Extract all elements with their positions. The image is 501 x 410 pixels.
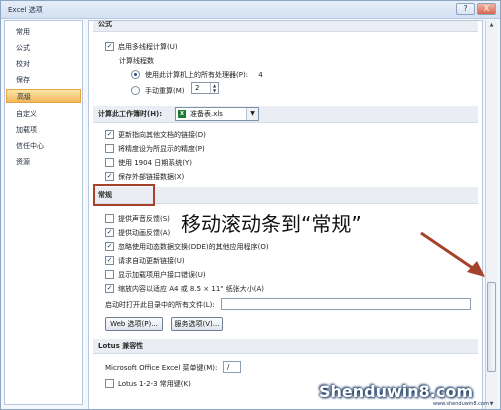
watermark-url: www.shenduwin8.com xyxy=(433,401,489,407)
excel-options-dialog: Excel 选项 ? X 常用 公式 校对 保存 高级 自定义 加载项 信任中心… xyxy=(0,0,501,410)
annotation-text: 移动滚动条到“常规” xyxy=(181,212,362,236)
annotation-arrow-head xyxy=(467,261,485,277)
annotation-arrow-layer xyxy=(420,231,485,277)
annotation-arrow-shaft xyxy=(420,231,478,273)
watermark-logo: Shenduwin8.com xyxy=(319,382,474,401)
